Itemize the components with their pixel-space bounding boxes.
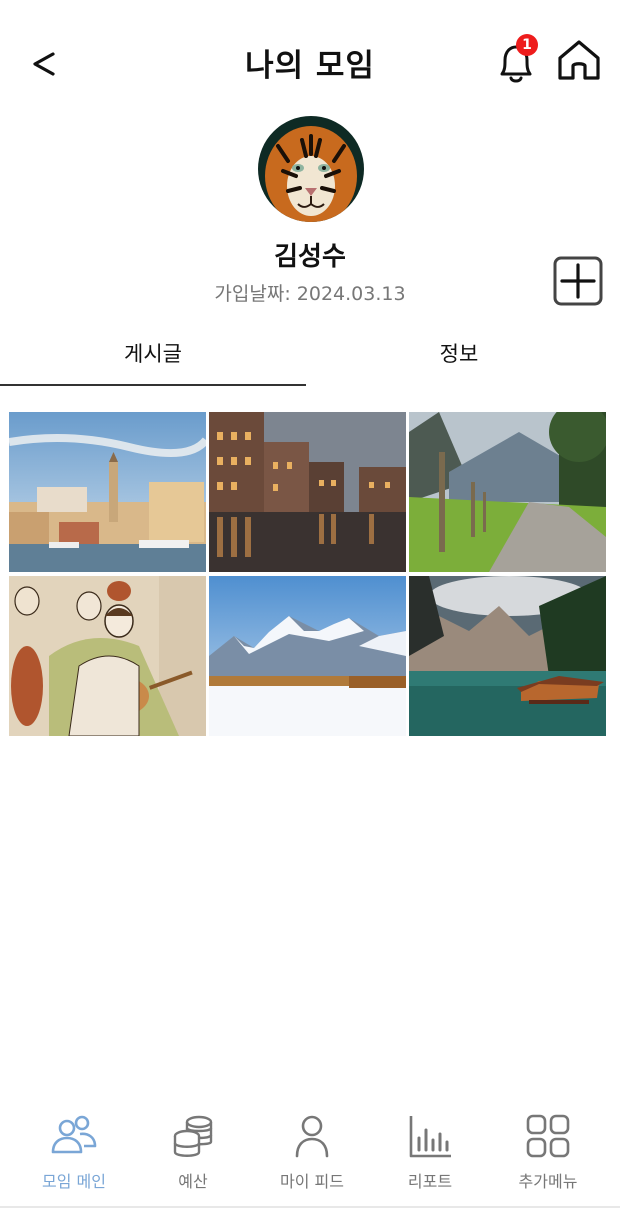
snowy-mountains-image xyxy=(209,576,406,736)
coins-icon xyxy=(173,1115,213,1157)
nav-more-menu[interactable]: 추가메뉴 xyxy=(498,1112,598,1192)
tab-info[interactable]: 정보 xyxy=(306,330,612,386)
photo-grid xyxy=(9,412,606,736)
alpine-lake-cabin-image xyxy=(409,576,606,736)
nav-label-more-menu: 추가메뉴 xyxy=(518,1172,578,1191)
nav-report[interactable]: 리포트 xyxy=(380,1112,480,1192)
nav-label-meeting-main: 모임 메인 xyxy=(42,1172,106,1191)
add-button[interactable] xyxy=(553,256,603,306)
tiger-avatar-image xyxy=(258,116,364,222)
notification-badge: 1 xyxy=(516,34,538,56)
photo-coastal-town[interactable] xyxy=(9,412,206,572)
app-header: 나의 모임 1 xyxy=(0,0,620,120)
home-icon xyxy=(558,40,600,80)
bar-chart-icon xyxy=(409,1116,451,1158)
user-name: 김성수 xyxy=(274,242,346,272)
photo-snowy-mountains[interactable] xyxy=(209,576,406,736)
nav-label-report: 리포트 xyxy=(407,1172,453,1191)
mountain-path-image xyxy=(409,412,606,572)
photo-mountain-path[interactable] xyxy=(409,412,606,572)
person-icon xyxy=(295,1115,329,1158)
nav-budget[interactable]: 예산 xyxy=(143,1112,243,1192)
people-icon xyxy=(51,1115,97,1154)
photo-canal-buildings[interactable] xyxy=(209,412,406,572)
musicians-illustration-image xyxy=(9,576,206,736)
plus-square-icon xyxy=(553,256,603,306)
bottom-navigation: 모임 메인 예산 마이 피드 리포트 추가메뉴 xyxy=(0,1100,620,1208)
nav-my-feed[interactable]: 마이 피드 xyxy=(262,1112,362,1192)
tab-posts[interactable]: 게시글 xyxy=(0,330,306,386)
nav-meeting-main[interactable]: 모임 메인 xyxy=(24,1112,124,1192)
coastal-town-image xyxy=(9,412,206,572)
grid-menu-icon xyxy=(526,1114,570,1158)
home-button[interactable] xyxy=(554,36,604,86)
photo-alpine-lake-cabin[interactable] xyxy=(409,576,606,736)
photo-musicians-illustration[interactable] xyxy=(9,576,206,736)
join-date: 가입날짜: 2024.03.13 xyxy=(214,283,406,305)
nav-label-budget: 예산 xyxy=(178,1172,208,1191)
tab-bar: 게시글 정보 xyxy=(0,330,620,386)
nav-label-my-feed: 마이 피드 xyxy=(280,1172,344,1191)
canal-buildings-image xyxy=(209,412,406,572)
avatar xyxy=(258,116,364,222)
notification-button[interactable]: 1 xyxy=(494,34,542,86)
